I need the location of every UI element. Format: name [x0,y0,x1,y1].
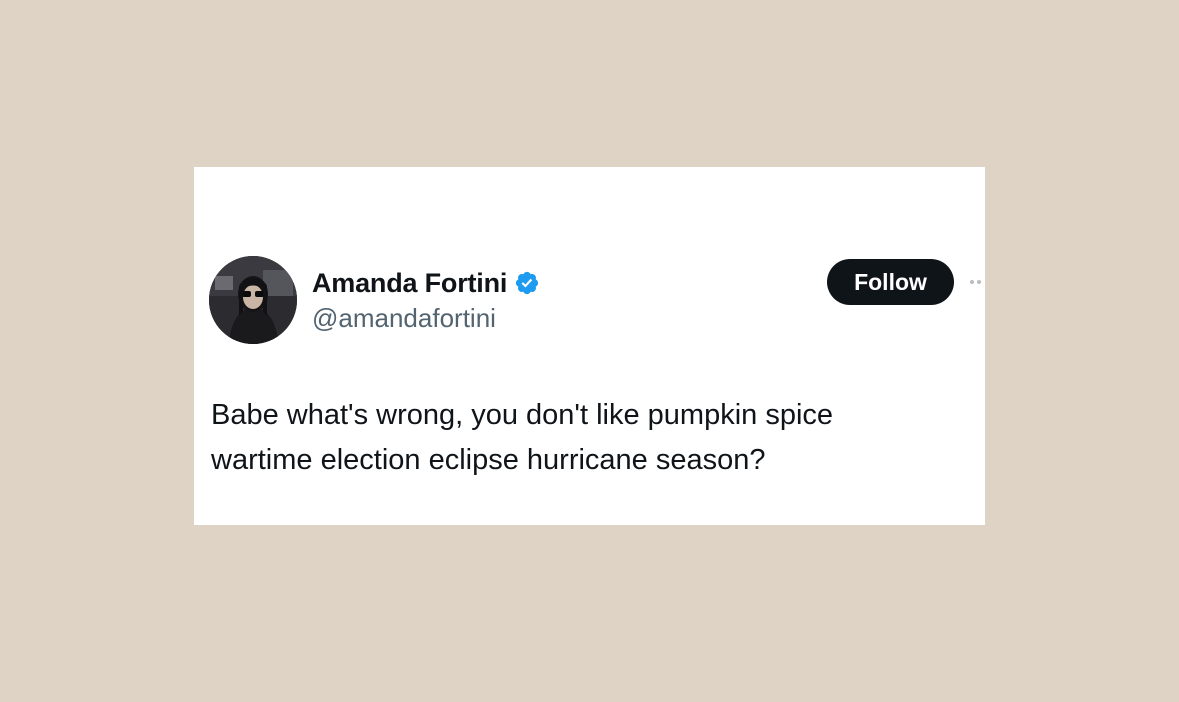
author-name-row: Amanda Fortini [312,265,540,301]
tweet-text: Babe what's wrong, you don't like pumpki… [211,393,971,483]
more-dot [970,280,974,284]
verified-badge-icon [514,270,540,296]
tweet-text-line: Babe what's wrong, you don't like pumpki… [211,399,834,431]
page-background: Amanda Fortini @amandafortini Follow Bab… [0,0,1179,702]
more-options-icon[interactable] [970,275,985,289]
tweet-card: Amanda Fortini @amandafortini Follow Bab… [194,167,985,525]
tweet-text-line: wartime election eclipse hurricane seaso… [211,444,766,476]
author-display-name[interactable]: Amanda Fortini [312,268,507,299]
avatar[interactable] [209,256,297,344]
avatar-photo [209,256,297,344]
author-handle[interactable]: @amandafortini [312,303,496,334]
more-dot [977,280,981,284]
follow-button[interactable]: Follow [827,259,954,305]
